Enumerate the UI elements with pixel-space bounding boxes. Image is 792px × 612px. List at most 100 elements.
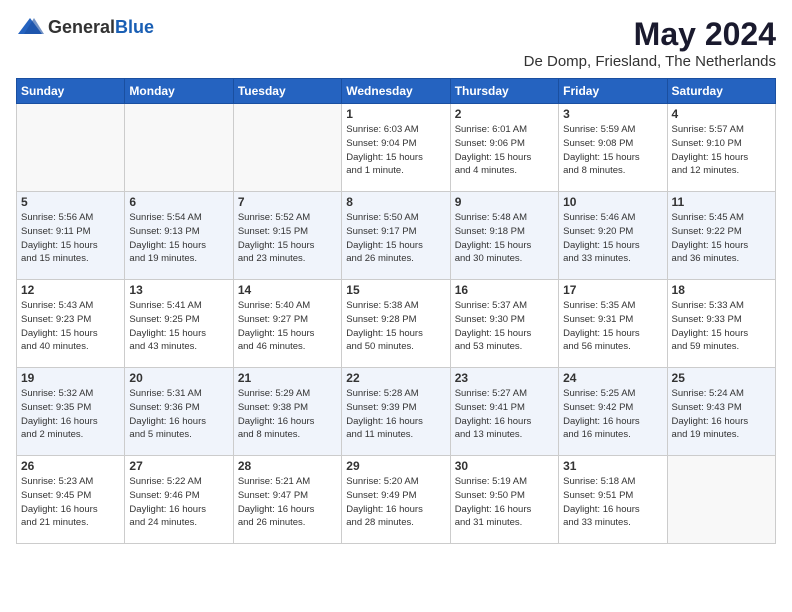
calendar-cell: 1 Sunrise: 6:03 AMSunset: 9:04 PMDaylight… <box>342 104 450 192</box>
calendar-cell <box>125 104 233 192</box>
day-number: 4 <box>672 107 771 121</box>
day-info: Sunrise: 5:24 AMSunset: 9:43 PMDaylight:… <box>672 387 771 442</box>
calendar-cell: 10 Sunrise: 5:46 AMSunset: 9:20 PMDayligh… <box>559 192 667 280</box>
day-number: 23 <box>455 371 554 385</box>
calendar-cell: 25 Sunrise: 5:24 AMSunset: 9:43 PMDayligh… <box>667 368 775 456</box>
calendar-cell: 5 Sunrise: 5:56 AMSunset: 9:11 PMDaylight… <box>17 192 125 280</box>
day-info: Sunrise: 5:37 AMSunset: 9:30 PMDaylight:… <box>455 299 554 354</box>
calendar-cell: 11 Sunrise: 5:45 AMSunset: 9:22 PMDayligh… <box>667 192 775 280</box>
calendar-cell: 27 Sunrise: 5:22 AMSunset: 9:46 PMDayligh… <box>125 456 233 544</box>
calendar-cell: 2Sunrise: 6:01 AMSunset: 9:06 PMDaylight… <box>450 104 558 192</box>
day-number: 11 <box>672 195 771 209</box>
day-info: Sunrise: 5:29 AMSunset: 9:38 PMDaylight:… <box>238 387 337 442</box>
calendar-cell: 16 Sunrise: 5:37 AMSunset: 9:30 PMDayligh… <box>450 280 558 368</box>
day-info: Sunrise: 5:20 AMSunset: 9:49 PMDaylight:… <box>346 475 445 530</box>
calendar-cell: 12Sunrise: 5:43 AMSunset: 9:23 PMDayligh… <box>17 280 125 368</box>
calendar-cell <box>17 104 125 192</box>
day-number: 16 <box>455 283 554 297</box>
day-number: 6 <box>129 195 228 209</box>
day-number: 5 <box>21 195 120 209</box>
day-header-tuesday: Tuesday <box>233 79 341 104</box>
calendar-cell: 14 Sunrise: 5:40 AMSunset: 9:27 PMDayligh… <box>233 280 341 368</box>
day-info: Sunrise: 5:48 AMSunset: 9:18 PMDaylight:… <box>455 211 554 266</box>
calendar-cell: 23 Sunrise: 5:27 AMSunset: 9:41 PMDayligh… <box>450 368 558 456</box>
day-number: 3 <box>563 107 662 121</box>
day-info: Sunrise: 5:28 AMSunset: 9:39 PMDaylight:… <box>346 387 445 442</box>
day-info: Sunrise: 5:50 AMSunset: 9:17 PMDaylight:… <box>346 211 445 266</box>
header: GeneralBlue May 2024 De Domp, Friesland,… <box>16 16 776 70</box>
day-number: 31 <box>563 459 662 473</box>
day-info: Sunrise: 5:45 AMSunset: 9:22 PMDaylight:… <box>672 211 771 266</box>
day-number: 24 <box>563 371 662 385</box>
calendar-cell: 4 Sunrise: 5:57 AMSunset: 9:10 PMDaylight… <box>667 104 775 192</box>
day-number: 10 <box>563 195 662 209</box>
day-info: Sunrise: 5:41 AMSunset: 9:25 PMDaylight:… <box>129 299 228 354</box>
day-info: Sunrise: 5:57 AMSunset: 9:10 PMDaylight:… <box>672 123 771 178</box>
day-number: 13 <box>129 283 228 297</box>
calendar-cell: 20Sunrise: 5:31 AMSunset: 9:36 PMDayligh… <box>125 368 233 456</box>
day-info: Sunrise: 5:46 AMSunset: 9:20 PMDaylight:… <box>563 211 662 266</box>
day-header-saturday: Saturday <box>667 79 775 104</box>
day-info: Sunrise: 5:27 AMSunset: 9:41 PMDaylight:… <box>455 387 554 442</box>
day-info: Sunrise: 5:43 AMSunset: 9:23 PMDaylight:… <box>21 299 120 354</box>
day-info: Sunrise: 5:40 AMSunset: 9:27 PMDaylight:… <box>238 299 337 354</box>
day-number: 20 <box>129 371 228 385</box>
week-row-5: 26Sunrise: 5:23 AMSunset: 9:45 PMDayligh… <box>17 456 776 544</box>
day-number: 15 <box>346 283 445 297</box>
calendar-cell: 21 Sunrise: 5:29 AMSunset: 9:38 PMDayligh… <box>233 368 341 456</box>
day-header-thursday: Thursday <box>450 79 558 104</box>
day-info: Sunrise: 5:59 AMSunset: 9:08 PMDaylight:… <box>563 123 662 178</box>
logo-general: General <box>48 17 115 37</box>
calendar-cell: 9 Sunrise: 5:48 AMSunset: 9:18 PMDaylight… <box>450 192 558 280</box>
day-info: Sunrise: 5:32 AMSunset: 9:35 PMDaylight:… <box>21 387 120 442</box>
calendar-cell <box>667 456 775 544</box>
day-info: Sunrise: 5:18 AMSunset: 9:51 PMDaylight:… <box>563 475 662 530</box>
logo-blue: Blue <box>115 17 154 37</box>
day-number: 17 <box>563 283 662 297</box>
calendar-cell: 30Sunrise: 5:19 AMSunset: 9:50 PMDayligh… <box>450 456 558 544</box>
day-info: Sunrise: 5:35 AMSunset: 9:31 PMDaylight:… <box>563 299 662 354</box>
calendar-cell: 24 Sunrise: 5:25 AMSunset: 9:42 PMDayligh… <box>559 368 667 456</box>
logo: GeneralBlue <box>16 16 154 38</box>
day-info: Sunrise: 6:01 AMSunset: 9:06 PMDaylight:… <box>455 123 554 178</box>
day-number: 26 <box>21 459 120 473</box>
day-number: 21 <box>238 371 337 385</box>
logo-icon <box>16 16 44 38</box>
day-header-friday: Friday <box>559 79 667 104</box>
day-number: 14 <box>238 283 337 297</box>
calendar-cell: 19Sunrise: 5:32 AMSunset: 9:35 PMDayligh… <box>17 368 125 456</box>
day-number: 7 <box>238 195 337 209</box>
day-number: 1 <box>346 107 445 121</box>
calendar-cell: 13 Sunrise: 5:41 AMSunset: 9:25 PMDayligh… <box>125 280 233 368</box>
calendar-cell: 3 Sunrise: 5:59 AMSunset: 9:08 PMDaylight… <box>559 104 667 192</box>
calendar-cell: 15 Sunrise: 5:38 AMSunset: 9:28 PMDayligh… <box>342 280 450 368</box>
day-number: 29 <box>346 459 445 473</box>
day-info: Sunrise: 5:56 AMSunset: 9:11 PMDaylight:… <box>21 211 120 266</box>
day-info: Sunrise: 5:38 AMSunset: 9:28 PMDaylight:… <box>346 299 445 354</box>
day-header-row: SundayMondayTuesdayWednesdayThursdayFrid… <box>17 79 776 104</box>
calendar-cell: 26Sunrise: 5:23 AMSunset: 9:45 PMDayligh… <box>17 456 125 544</box>
day-number: 25 <box>672 371 771 385</box>
day-info: Sunrise: 5:21 AMSunset: 9:47 PMDaylight:… <box>238 475 337 530</box>
calendar-cell: 22 Sunrise: 5:28 AMSunset: 9:39 PMDayligh… <box>342 368 450 456</box>
calendar-table: SundayMondayTuesdayWednesdayThursdayFrid… <box>16 78 776 544</box>
title-section: May 2024 De Domp, Friesland, The Netherl… <box>524 16 776 70</box>
day-info: Sunrise: 5:22 AMSunset: 9:46 PMDaylight:… <box>129 475 228 530</box>
day-info: Sunrise: 5:19 AMSunset: 9:50 PMDaylight:… <box>455 475 554 530</box>
calendar-cell: 17 Sunrise: 5:35 AMSunset: 9:31 PMDayligh… <box>559 280 667 368</box>
day-info: Sunrise: 5:25 AMSunset: 9:42 PMDaylight:… <box>563 387 662 442</box>
day-info: Sunrise: 5:33 AMSunset: 9:33 PMDaylight:… <box>672 299 771 354</box>
week-row-2: 5 Sunrise: 5:56 AMSunset: 9:11 PMDaylight… <box>17 192 776 280</box>
day-header-wednesday: Wednesday <box>342 79 450 104</box>
day-number: 27 <box>129 459 228 473</box>
day-number: 22 <box>346 371 445 385</box>
calendar-cell: 31 Sunrise: 5:18 AMSunset: 9:51 PMDayligh… <box>559 456 667 544</box>
calendar-cell: 7 Sunrise: 5:52 AMSunset: 9:15 PMDaylight… <box>233 192 341 280</box>
day-number: 28 <box>238 459 337 473</box>
month-title: May 2024 <box>524 16 776 53</box>
calendar-cell <box>233 104 341 192</box>
calendar-cell: 28 Sunrise: 5:21 AMSunset: 9:47 PMDayligh… <box>233 456 341 544</box>
day-info: Sunrise: 6:03 AMSunset: 9:04 PMDaylight:… <box>346 123 445 178</box>
day-info: Sunrise: 5:52 AMSunset: 9:15 PMDaylight:… <box>238 211 337 266</box>
day-number: 9 <box>455 195 554 209</box>
